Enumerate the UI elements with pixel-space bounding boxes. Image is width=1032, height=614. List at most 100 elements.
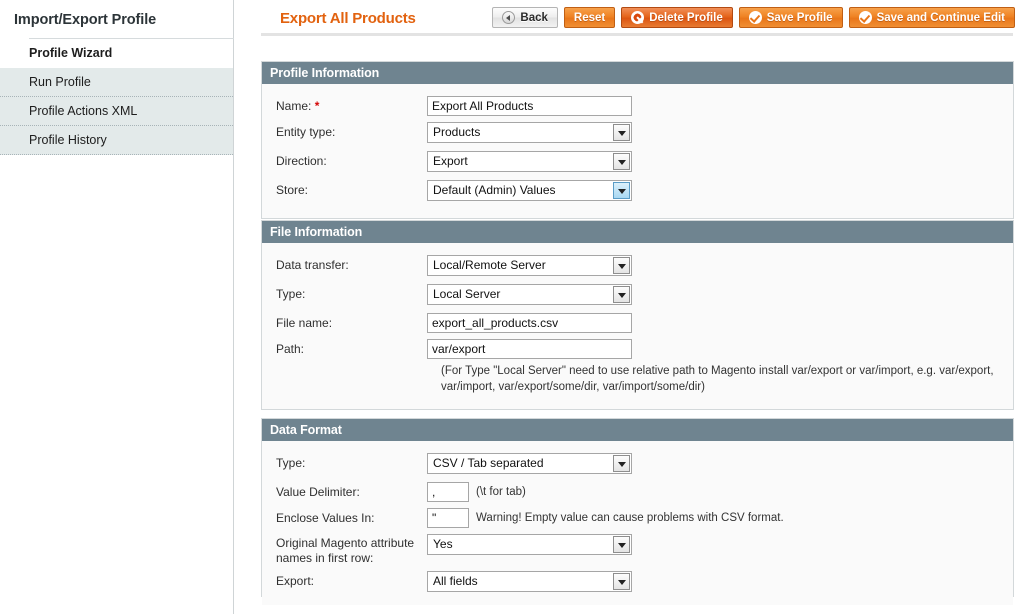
field-row-file-name: File name:: [262, 313, 1013, 334]
reset-button[interactable]: Reset: [563, 7, 616, 28]
file-name-input[interactable]: [427, 313, 632, 333]
panel-data-format-title: Data Format: [262, 419, 1013, 441]
content-header: Export All Products Back Reset Delete Pr…: [235, 0, 1032, 36]
file-type-select-wrap: Local Server: [427, 284, 632, 308]
file-type-label: Type:: [276, 287, 306, 301]
entity-type-label: Entity type:: [276, 125, 336, 139]
chevron-down-icon[interactable]: [613, 286, 630, 303]
format-type-select[interactable]: CSV / Tab separated: [427, 453, 632, 474]
back-arrow-circle-icon: [502, 11, 516, 24]
data-transfer-select-value: Local/Remote Server: [433, 258, 546, 272]
value-delimiter-label: Value Delimiter:: [276, 485, 360, 499]
header-divider: [261, 33, 1013, 36]
field-row-store: Store: Default (Admin) Values: [262, 180, 1013, 204]
sidebar-item-run-profile[interactable]: Run Profile: [0, 68, 233, 97]
action-button-row: Back Reset Delete Profile Save Profile S…: [492, 7, 1015, 28]
store-select[interactable]: Default (Admin) Values: [427, 180, 632, 201]
back-button[interactable]: Back: [492, 7, 558, 28]
save-and-continue-edit-button[interactable]: Save and Continue Edit: [848, 7, 1015, 28]
sidebar-item-profile-wizard[interactable]: Profile Wizard: [0, 39, 233, 68]
format-type-select-wrap: CSV / Tab separated: [427, 453, 632, 477]
value-delimiter-hint: (\t for tab): [476, 486, 526, 498]
file-name-input-wrap: [427, 313, 632, 333]
panel-file-information-body: Data transfer: Local/Remote Server Type:…: [262, 243, 1013, 409]
data-transfer-select-wrap: Local/Remote Server: [427, 255, 632, 279]
path-input[interactable]: [427, 339, 632, 359]
field-row-enclose-values: Enclose Values In: Warning! Empty value …: [262, 508, 1013, 529]
file-type-select-value: Local Server: [433, 287, 501, 301]
original-names-select-wrap: Yes: [427, 534, 632, 558]
back-button-label: Back: [520, 11, 548, 24]
cross-circle-icon: [631, 11, 645, 24]
original-names-select-value: Yes: [433, 537, 453, 551]
save-profile-button[interactable]: Save Profile: [738, 7, 843, 28]
enclose-values-hint: Warning! Empty value can cause problems …: [476, 512, 784, 524]
path-help-note: (For Type "Local Server" need to use rel…: [441, 365, 994, 393]
main-content: Export All Products Back Reset Delete Pr…: [235, 0, 1032, 614]
save-profile-button-label: Save Profile: [766, 11, 833, 24]
chevron-down-icon[interactable]: [613, 573, 630, 590]
panel-profile-information-title: Profile Information: [262, 62, 1013, 84]
field-row-original-names: Original Magento attribute names in firs…: [262, 534, 1013, 566]
name-input[interactable]: [427, 96, 632, 116]
panel-file-information-title: File Information: [262, 221, 1013, 243]
chevron-down-icon[interactable]: [613, 455, 630, 472]
entity-type-select-wrap: Products: [427, 122, 632, 146]
store-select-value: Default (Admin) Values: [433, 183, 556, 197]
panel-profile-information-body: Name: * Entity type: Products: [262, 84, 1013, 218]
sidebar-item-label: Profile Actions XML: [29, 104, 138, 118]
original-names-label: Original Magento attribute names in firs…: [276, 536, 415, 565]
direction-select[interactable]: Export: [427, 151, 632, 172]
field-row-export: Export: All fields: [262, 571, 1013, 595]
value-delimiter-input-wrap: [427, 482, 469, 502]
check-circle-icon: [858, 11, 872, 24]
sidebar-nav-list: Profile Wizard Run Profile Profile Actio…: [0, 39, 233, 155]
export-label: Export:: [276, 574, 315, 588]
value-delimiter-input[interactable]: [427, 482, 469, 502]
check-circle-icon: [748, 11, 762, 24]
save-and-continue-button-label: Save and Continue Edit: [876, 11, 1005, 24]
sidebar-item-profile-history[interactable]: Profile History: [0, 126, 233, 155]
field-row-name: Name: *: [262, 96, 1013, 117]
data-transfer-label: Data transfer:: [276, 258, 349, 272]
chevron-down-icon[interactable]: [613, 182, 630, 199]
entity-type-select-value: Products: [433, 125, 481, 139]
data-transfer-select[interactable]: Local/Remote Server: [427, 255, 632, 276]
export-select[interactable]: All fields: [427, 571, 632, 592]
reset-button-label: Reset: [573, 11, 606, 24]
name-input-wrap: [427, 96, 632, 116]
chevron-down-icon[interactable]: [613, 124, 630, 141]
chevron-down-icon[interactable]: [613, 257, 630, 274]
path-input-wrap: [427, 339, 632, 359]
field-row-value-delimiter: Value Delimiter: (\t for tab): [262, 482, 1013, 503]
sidebar-item-label: Run Profile: [29, 75, 91, 89]
store-select-wrap: Default (Admin) Values: [427, 180, 632, 204]
field-row-entity-type: Entity type: Products: [262, 122, 1013, 146]
direction-select-value: Export: [433, 154, 468, 168]
file-type-select[interactable]: Local Server: [427, 284, 632, 305]
name-label: Name: *: [262, 96, 427, 117]
delete-profile-button-label: Delete Profile: [649, 11, 723, 24]
chevron-down-icon[interactable]: [613, 153, 630, 170]
export-select-wrap: All fields: [427, 571, 632, 595]
entity-type-select[interactable]: Products: [427, 122, 632, 143]
field-row-data-transfer: Data transfer: Local/Remote Server: [262, 255, 1013, 279]
enclose-values-label: Enclose Values In:: [276, 511, 375, 525]
sidebar-item-profile-actions-xml[interactable]: Profile Actions XML: [0, 97, 233, 126]
direction-select-wrap: Export: [427, 151, 632, 175]
panel-data-format-body: Type: CSV / Tab separated Value Delimite…: [262, 441, 1013, 605]
original-names-select[interactable]: Yes: [427, 534, 632, 555]
delete-profile-button[interactable]: Delete Profile: [621, 7, 733, 28]
sidebar-item-label: Profile Wizard: [29, 46, 113, 60]
sidebar-title: Import/Export Profile: [14, 12, 157, 28]
store-label: Store:: [276, 183, 309, 197]
field-row-path: Path:: [262, 339, 1013, 360]
sidebar-item-label: Profile History: [29, 133, 107, 147]
format-type-label: Type:: [276, 456, 306, 470]
enclose-values-input[interactable]: [427, 508, 469, 528]
admin-page: Import/Export Profile Profile Wizard Run…: [0, 0, 1032, 614]
page-title: Export All Products: [280, 10, 416, 27]
enclose-values-input-wrap: [427, 508, 469, 528]
chevron-down-icon[interactable]: [613, 536, 630, 553]
format-type-select-value: CSV / Tab separated: [433, 456, 544, 470]
